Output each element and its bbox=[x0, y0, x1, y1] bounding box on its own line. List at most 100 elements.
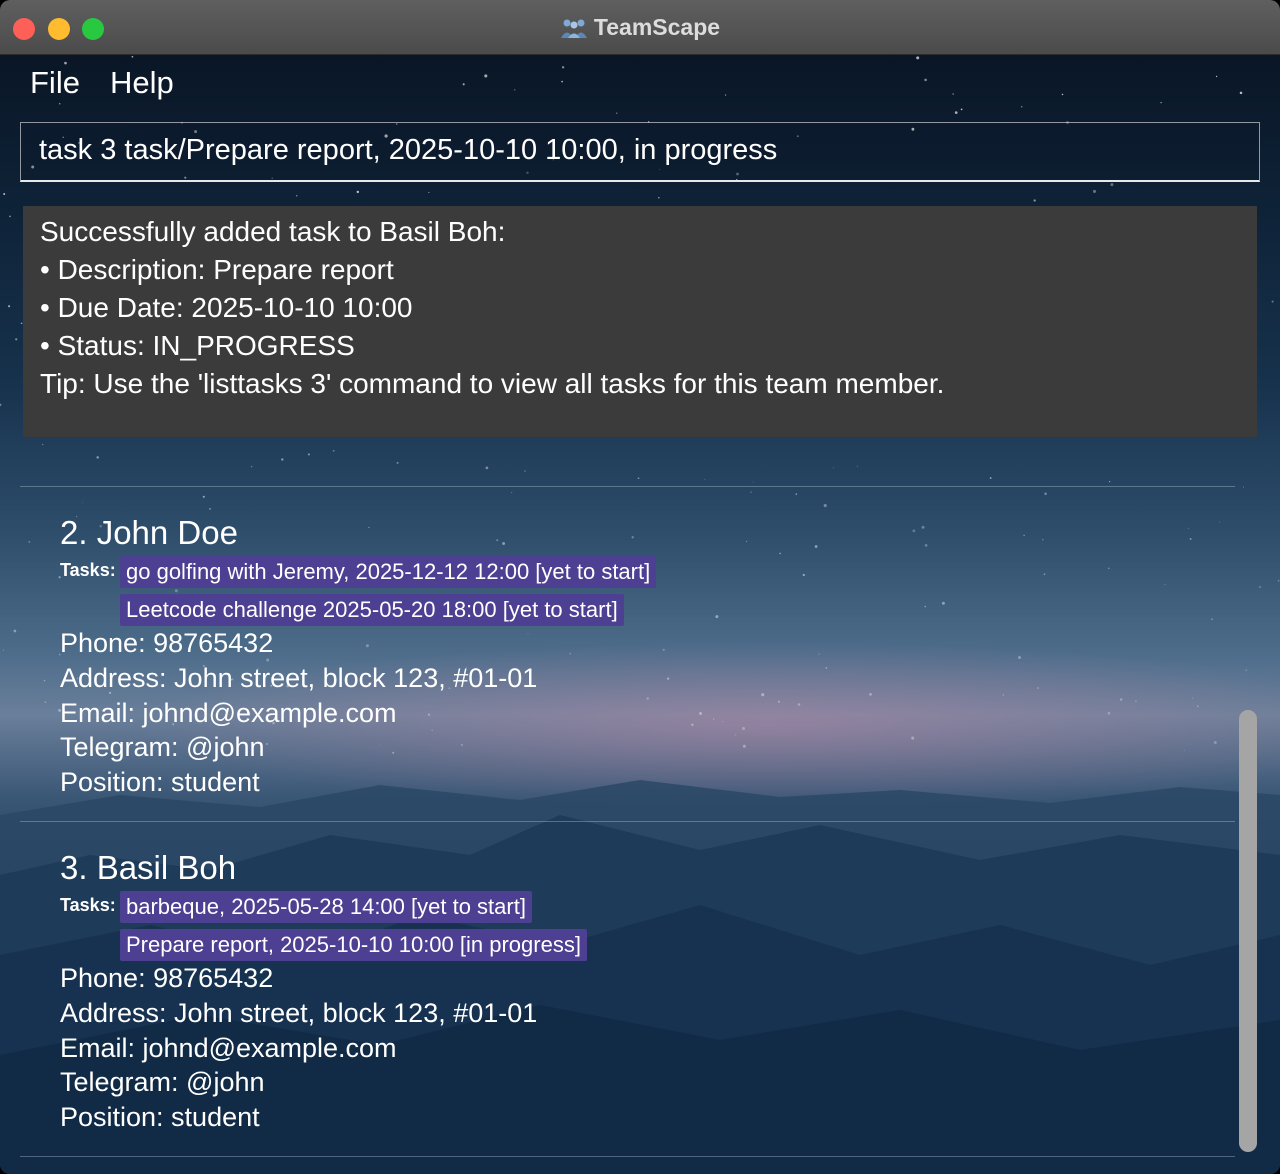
task-chip: go golfing with Jeremy, 2025-12-12 12:00… bbox=[120, 556, 657, 588]
person-telegram: Telegram: @john bbox=[60, 1067, 265, 1097]
star bbox=[43, 679, 46, 682]
star bbox=[44, 701, 47, 704]
result-line: • Description: Prepare report bbox=[40, 254, 394, 285]
menu-help[interactable]: Help bbox=[110, 65, 174, 101]
result-line: • Due Date: 2025-10-10 10:00 bbox=[40, 292, 413, 323]
main-content: File Help task 3 task/Prepare report, 20… bbox=[0, 55, 1280, 1174]
star bbox=[779, 552, 781, 555]
star bbox=[1037, 687, 1039, 689]
person-position: Position: student bbox=[60, 1102, 260, 1132]
star bbox=[745, 540, 748, 543]
star bbox=[1108, 567, 1110, 569]
result-display: Successfully added task to Basil Boh: • … bbox=[23, 206, 1257, 437]
star bbox=[912, 529, 916, 533]
star bbox=[802, 573, 805, 577]
star bbox=[1245, 669, 1247, 671]
scrollbar-thumb[interactable] bbox=[1239, 710, 1257, 1152]
star bbox=[691, 723, 694, 726]
star bbox=[396, 461, 399, 464]
star bbox=[569, 652, 572, 655]
star bbox=[1242, 486, 1244, 488]
menu-file[interactable]: File bbox=[30, 65, 80, 101]
star bbox=[365, 644, 369, 648]
star bbox=[734, 734, 736, 736]
star bbox=[814, 545, 818, 548]
star bbox=[1259, 586, 1261, 588]
star bbox=[924, 544, 928, 547]
star bbox=[15, 338, 18, 341]
star bbox=[1110, 183, 1114, 187]
star bbox=[1187, 527, 1189, 529]
star bbox=[662, 648, 665, 651]
person-phone: Phone: 98765432 bbox=[60, 963, 274, 993]
star bbox=[356, 190, 359, 194]
star bbox=[1119, 698, 1123, 701]
star bbox=[41, 443, 44, 446]
command-input[interactable]: task 3 task/Prepare report, 2025-10-10 1… bbox=[20, 122, 1260, 182]
star bbox=[496, 539, 499, 542]
star bbox=[924, 605, 927, 608]
star bbox=[502, 542, 506, 545]
star bbox=[527, 633, 529, 635]
star bbox=[941, 601, 945, 605]
tasks-label: Tasks: bbox=[60, 895, 116, 915]
star bbox=[9, 215, 11, 218]
star bbox=[1218, 521, 1220, 523]
star bbox=[699, 712, 703, 715]
star bbox=[825, 666, 828, 669]
command-input-text[interactable]: task 3 task/Prepare report, 2025-10-10 1… bbox=[39, 134, 777, 167]
star bbox=[1211, 618, 1214, 621]
star bbox=[96, 456, 99, 459]
star bbox=[1033, 199, 1036, 202]
star bbox=[911, 736, 915, 740]
star bbox=[1002, 694, 1005, 696]
person-address: Address: John street, block 123, #01-01 bbox=[60, 998, 538, 1028]
star bbox=[631, 536, 634, 539]
list-divider bbox=[20, 821, 1235, 822]
star bbox=[954, 111, 958, 114]
title-bar: TeamScape bbox=[0, 0, 1280, 55]
star bbox=[428, 191, 430, 193]
star bbox=[666, 677, 670, 680]
star bbox=[989, 477, 992, 479]
star bbox=[1041, 538, 1044, 541]
star bbox=[797, 703, 801, 706]
star bbox=[704, 479, 706, 481]
star bbox=[658, 196, 660, 199]
person-name: 2. John Doe bbox=[60, 514, 238, 551]
star bbox=[524, 470, 526, 472]
star bbox=[713, 718, 715, 720]
star bbox=[833, 467, 834, 469]
task-chip: barbeque, 2025-05-28 14:00 [yet to start… bbox=[120, 891, 532, 923]
star bbox=[460, 743, 463, 746]
star bbox=[1197, 705, 1199, 707]
person-email: Email: johnd@example.com bbox=[60, 1033, 397, 1063]
star bbox=[616, 112, 618, 114]
star bbox=[869, 693, 872, 696]
star bbox=[202, 495, 205, 498]
star bbox=[1213, 740, 1217, 745]
list-divider bbox=[20, 486, 1235, 487]
star bbox=[741, 726, 746, 731]
team-icon bbox=[560, 19, 587, 38]
star bbox=[646, 697, 649, 700]
star bbox=[722, 720, 724, 722]
star bbox=[392, 751, 395, 754]
star bbox=[1043, 573, 1046, 576]
star bbox=[510, 491, 513, 494]
star bbox=[0, 403, 2, 407]
star bbox=[1018, 656, 1021, 659]
star bbox=[427, 713, 431, 716]
task-chip: Prepare report, 2025-10-10 10:00 [in pro… bbox=[120, 929, 587, 961]
star bbox=[742, 744, 746, 748]
star bbox=[1023, 534, 1025, 537]
list-divider bbox=[20, 1156, 1235, 1157]
person-name: 3. Basil Boh bbox=[60, 849, 237, 886]
result-line: • Status: IN_PROGRESS bbox=[40, 330, 355, 361]
star bbox=[1092, 189, 1097, 193]
star bbox=[250, 465, 253, 468]
star bbox=[856, 465, 858, 467]
person-position: Position: student bbox=[60, 767, 260, 797]
star bbox=[795, 493, 798, 495]
star bbox=[368, 526, 370, 529]
